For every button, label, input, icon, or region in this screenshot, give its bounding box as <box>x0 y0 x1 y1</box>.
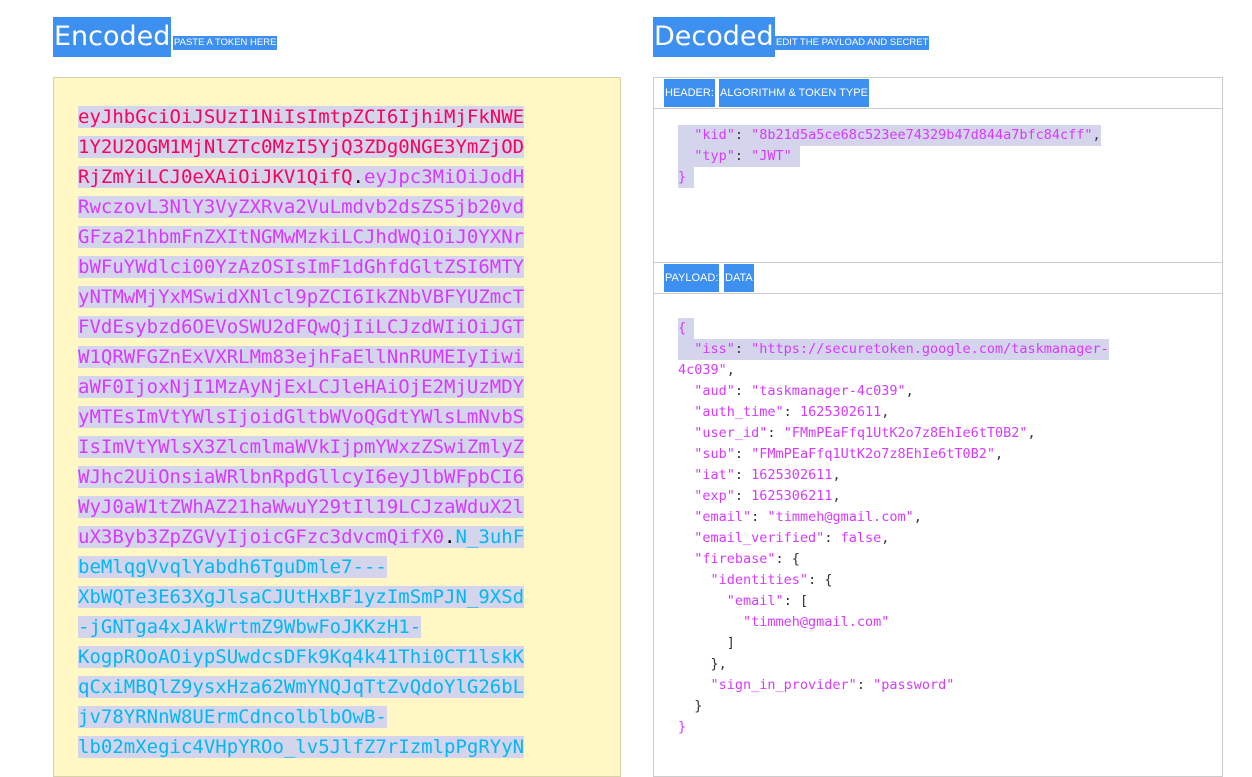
token-segment: yNTMwMjYxMSwidXNlcl9pZCI6IkZNbVBFYUZmcT <box>78 286 525 308</box>
payload-close-line: } <box>678 719 687 735</box>
header-close-line: } <box>678 167 695 188</box>
payload-sign-in-provider-line: "sign_in_provider": "password" <box>710 677 955 693</box>
payload-sublabel: DATA <box>724 264 754 292</box>
token-segment: aWF0IjoxNjI1MzAyNjExLCJleHAiOjE2MjUzMDY <box>78 376 525 398</box>
header-section-bar: HEADER: ALGORITHM & TOKEN TYPE <box>654 78 1222 109</box>
payload-aud-line: "aud": "taskmanager-4c039", <box>694 383 914 399</box>
header-typ-line: "typ": "JWT" <box>678 146 800 167</box>
token-segment: yMTEsImVtYWlsIjoidGltbWVoQGdtYWlsLmNvbS <box>78 406 525 428</box>
token-line: RwczovL3NlY3VyZXRva2VuLmdvb2dsZS5jb20vd <box>78 192 525 222</box>
token-segment: bWFuYWdlci00YzAzOSIsImF1dGhfdGltZSI6MTY <box>78 256 525 278</box>
token-line: RjZmYiLCJ0eXAiOiJKV1QifQ.eyJpc3MiOiJodH <box>78 162 525 192</box>
payload-identities-email-value-line: "timmeh@gmail.com" <box>743 614 890 630</box>
token-segment: IsImVtYWlsX3ZlcmlmaWVkIjpmYWxzZSwiZmlyZ <box>78 436 525 458</box>
token-segment: jv78YRNnW8UErmCdncolblbOwB- <box>78 706 387 728</box>
token-segment: RjZmYiLCJ0eXAiOiJKV1QifQ <box>78 166 353 188</box>
token-separator: . <box>352 166 364 188</box>
token-line: XbWQTe3E63XgJlsaCJUtHxBF1yzImSmPJN_9XSd <box>78 582 525 612</box>
token-segment: 1Y2U2OGM1MjNlZTc0MzI5YjQ3ZDg0NGE3YmZjOD <box>78 136 525 158</box>
token-line: W1QRWFGZnExVXRLMm83ejhFaEllNnRUMEIyIiwi <box>78 342 525 372</box>
header-sublabel: ALGORITHM & TOKEN TYPE <box>719 79 869 107</box>
token-segment: eyJpc3MiOiJodH <box>364 166 525 188</box>
payload-firebase-line: "firebase": { <box>694 551 800 567</box>
token-line: FVdEsybzd6OEVoSWU2dFQwQjIiLCJzdWIiOiJGT <box>78 312 525 342</box>
payload-iss-cont-line: 4c039", <box>678 362 735 378</box>
header-kid-line: "kid": "8b21d5a5ce68c523ee74329b47d844a7… <box>678 125 1101 146</box>
payload-firebase-close-line: } <box>678 698 703 714</box>
token-line: IsImVtYWlsX3ZlcmlmaWVkIjpmYWxzZSwiZmlyZ <box>78 432 525 462</box>
payload-sub-line: "sub": "FMmPEaFfq1UtK2o7z8EhIe6tT0B2", <box>694 446 1004 462</box>
token-line: bWFuYWdlci00YzAzOSIsImF1dGhfdGltZSI6MTY <box>78 252 525 282</box>
token-segment: FVdEsybzd6OEVoSWU2dFQwQjIiLCJzdWIiOiJGT <box>78 316 525 338</box>
token-line: -jGNTga4xJAkWrtmZ9WbwFoJKKzH1- <box>78 612 422 642</box>
token-line: beMlqgVvqlYabdh6TguDmle7--- <box>78 552 387 582</box>
token-segment: beMlqgVvqlYabdh6TguDmle7--- <box>78 556 387 578</box>
payload-identities-line: "identities": { <box>710 572 833 588</box>
token-line: 1Y2U2OGM1MjNlZTc0MzI5YjQ3ZDg0NGE3YmZjOD <box>78 132 525 162</box>
payload-identities-close-line: }, <box>678 656 727 672</box>
token-segment: GFza21hbmFnZXItNGMwMzkiLCJhdWQiOiJ0YXNr <box>78 226 525 248</box>
payload-label: PAYLOAD: <box>664 264 720 292</box>
header-label: HEADER: <box>664 79 715 107</box>
payload-auth-time-line: "auth_time": 1625302611, <box>694 404 890 420</box>
encoded-subtitle: PASTE A TOKEN HERE <box>173 36 278 50</box>
token-segment: WJhc2UiOnsiaWRlbnRpdGllcyI6eyJlbWFpbCI6 <box>78 466 525 488</box>
decoded-title: Decoded <box>653 17 775 57</box>
token-segment: RwczovL3NlY3VyZXRva2VuLmdvb2dsZS5jb20vd <box>78 196 525 218</box>
token-line: qCxiMBQlZ9ysxHza62WmYNQJqTtZvQdoYlG26bL <box>78 672 525 702</box>
payload-identities-email-line: "email": [ <box>726 593 809 609</box>
token-line: jv78YRNnW8UErmCdncolblbOwB- <box>78 702 387 732</box>
payload-open-line: { <box>678 318 695 339</box>
token-line: uX3Byb3ZpZGVyIjoicGFzc3dvcmQifX0.N_3uhF <box>78 522 525 552</box>
token-segment: qCxiMBQlZ9ysxHza62WmYNQJqTtZvQdoYlG26bL <box>78 676 525 698</box>
payload-email-verified-line: "email_verified": false, <box>694 530 890 546</box>
token-segment: KogpROoAOiypSUwdcsDFk9Kq4k41Thi0CT1lskK <box>78 646 525 668</box>
token-segment: W1QRWFGZnExVXRLMm83ejhFaEllNnRUMEIyIiwi <box>78 346 525 368</box>
payload-email-line: "email": "timmeh@gmail.com", <box>694 509 922 525</box>
token-line: KogpROoAOiypSUwdcsDFk9Kq4k41Thi0CT1lskK <box>78 642 525 672</box>
payload-user-id-line: "user_id": "FMmPEaFfq1UtK2o7z8EhIe6tT0B2… <box>694 425 1036 441</box>
payload-iss-line: "iss": "https://securetoken.google.com/t… <box>678 339 1109 360</box>
token-separator: . <box>444 526 456 548</box>
token-segment: -jGNTga4xJAkWrtmZ9WbwFoJKKzH1- <box>78 616 422 638</box>
payload-section-bar: PAYLOAD: DATA <box>654 263 1222 294</box>
token-line: eyJhbGciOiJSUzI1NiIsImtpZCI6IjhiMjFkNWE <box>78 102 525 132</box>
token-segment: XbWQTe3E63XgJlsaCJUtHxBF1yzImSmPJN_9XSd <box>78 586 525 608</box>
token-line: GFza21hbmFnZXItNGMwMzkiLCJhdWQiOiJ0YXNr <box>78 222 525 252</box>
payload-array-close-line: ] <box>678 635 735 651</box>
token-line: yMTEsImVtYWlsIjoidGltbWVoQGdtYWlsLmNvbS <box>78 402 525 432</box>
token-line: lb02mXegic4VHpYROo_lv5JlfZ7rIzmlpPgRYyN <box>78 732 525 762</box>
token-line: aWF0IjoxNjI1MzAyNjExLCJleHAiOjE2MjUzMDY <box>78 372 525 402</box>
payload-exp-line: "exp": 1625306211, <box>694 488 841 504</box>
token-line: WJhc2UiOnsiaWRlbnRpdGllcyI6eyJlbWFpbCI6 <box>78 462 525 492</box>
token-line: yNTMwMjYxMSwidXNlcl9pZCI6IkZNbVBFYUZmcT <box>78 282 525 312</box>
decoded-subtitle: EDIT THE PAYLOAD AND SECRET <box>775 36 930 50</box>
token-segment: WyJ0aW1tZWhAZ21haWwuY29tIl19LCJzaWduX2l <box>78 496 525 518</box>
payload-iat-line: "iat": 1625302611, <box>694 467 841 483</box>
token-segment: eyJhbGciOiJSUzI1NiIsImtpZCI6IjhiMjFkNWE <box>78 106 525 128</box>
token-segment: N_3uhF <box>455 526 525 548</box>
token-line: WyJ0aW1tZWhAZ21haWwuY29tIl19LCJzaWduX2l <box>78 492 525 522</box>
token-segment: uX3Byb3ZpZGVyIjoicGFzc3dvcmQifX0 <box>78 526 445 548</box>
encoded-title: Encoded <box>53 17 172 57</box>
